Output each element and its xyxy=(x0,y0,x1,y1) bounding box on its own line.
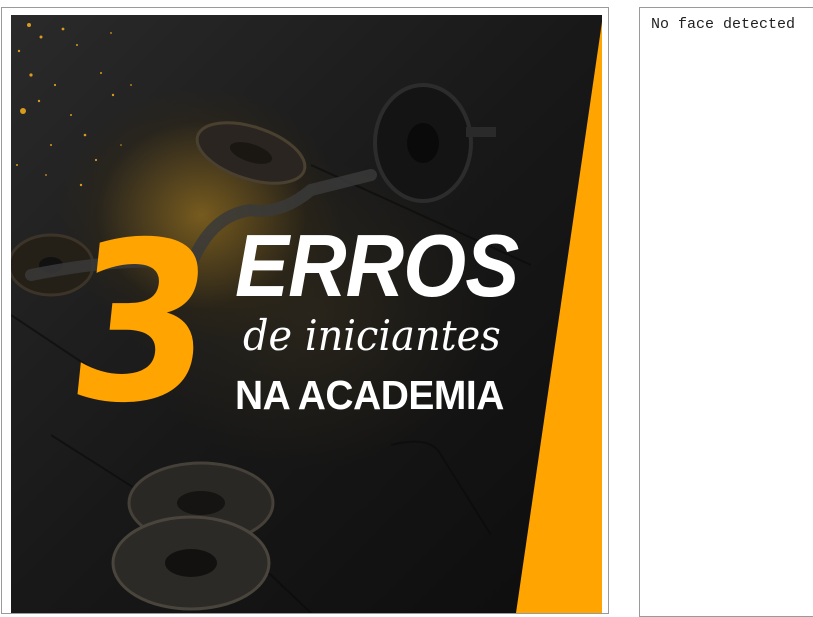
headline-title: ERROS xyxy=(235,216,519,315)
poster-image: 3 ERROS de iniciantes NA ACADEMIA xyxy=(11,15,602,613)
detection-output-panel: No face detected xyxy=(639,7,813,617)
headline-tagline: NA ACADEMIA xyxy=(235,372,504,418)
detection-status-text: No face detected xyxy=(651,16,796,33)
headline-subtitle: de iniciantes xyxy=(243,311,501,360)
image-panel: 3 ERROS de iniciantes NA ACADEMIA xyxy=(1,7,609,614)
headline-number: 3 xyxy=(57,195,223,451)
weight-plate-top xyxy=(195,121,307,185)
